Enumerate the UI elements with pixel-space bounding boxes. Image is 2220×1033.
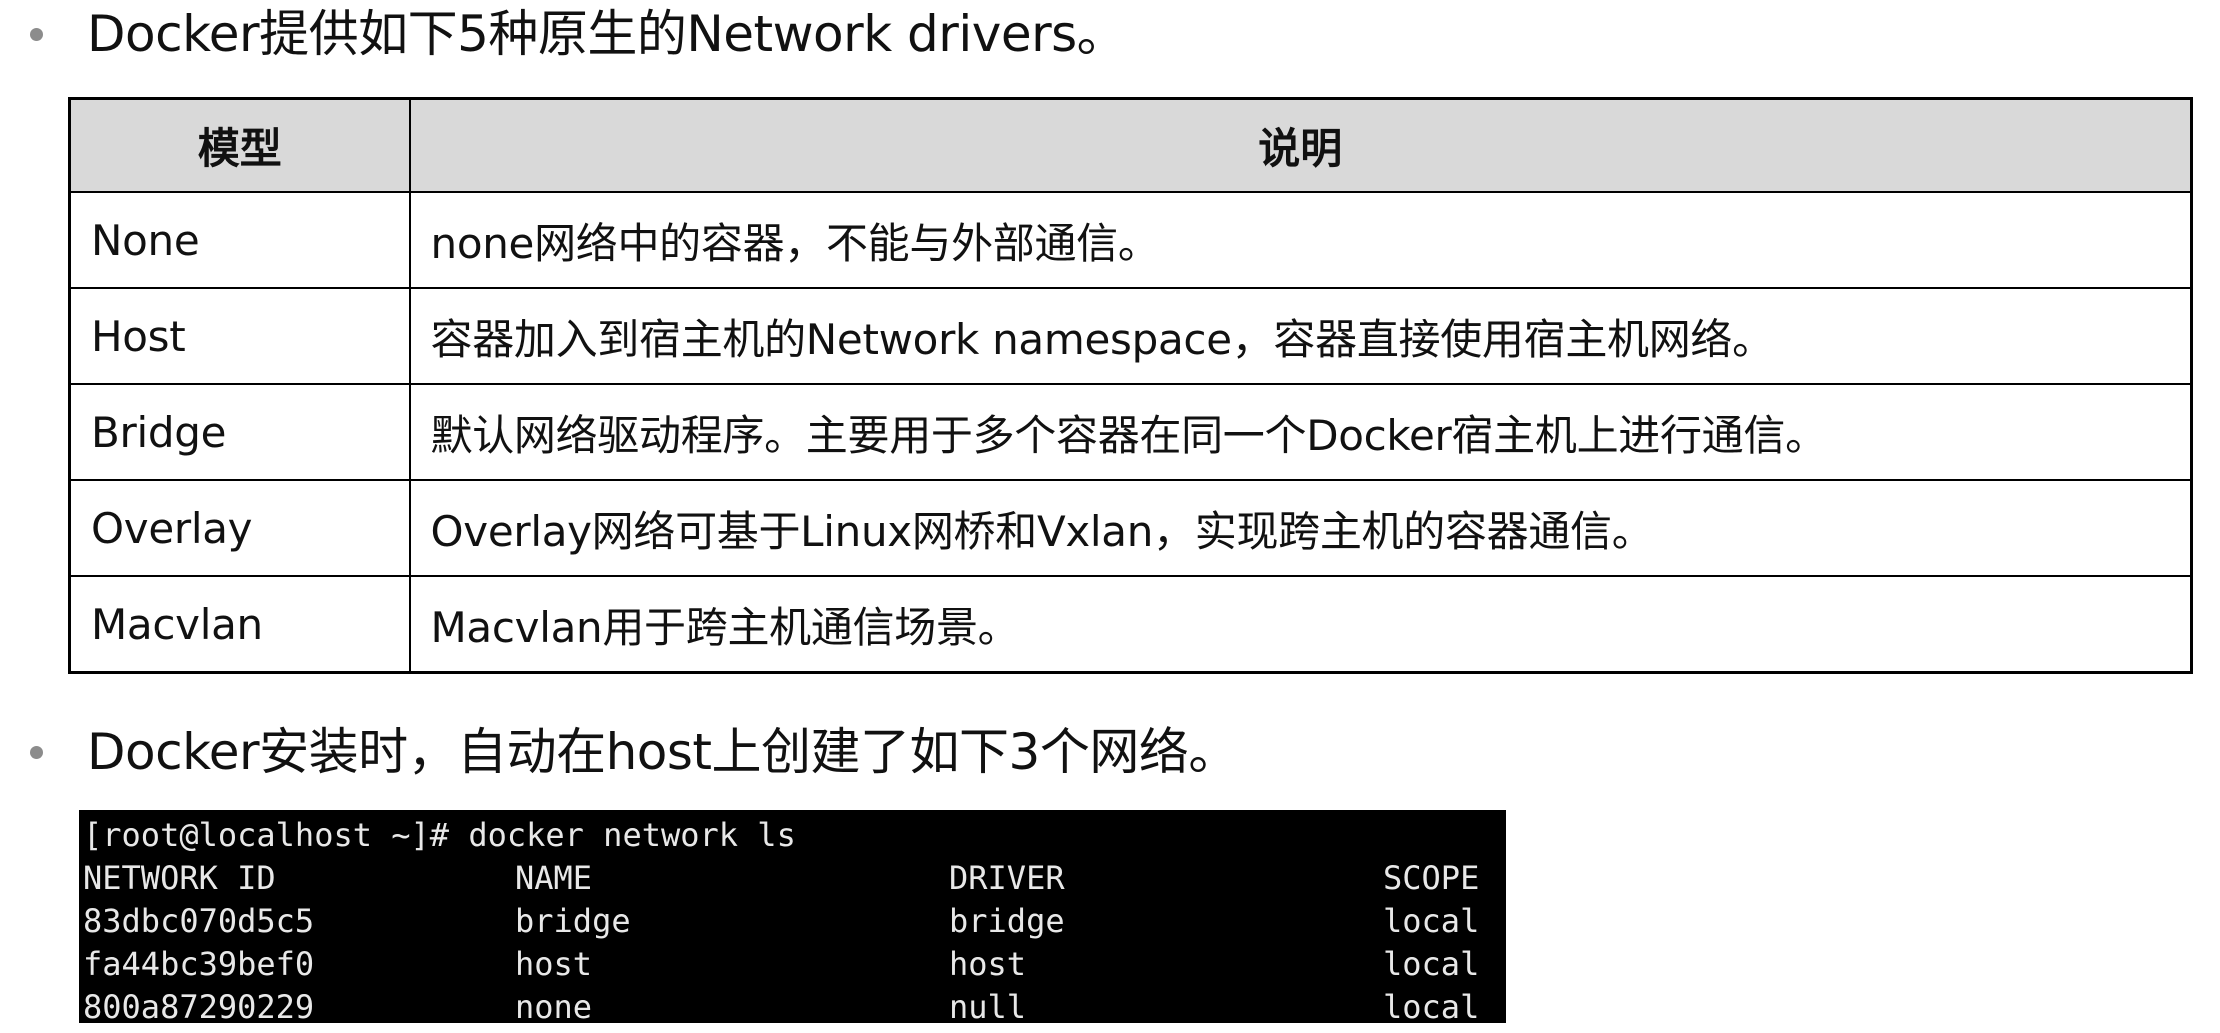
- table-row: None none网络中的容器，不能与外部通信。: [68, 191, 2193, 289]
- driver-model: Bridge: [68, 383, 411, 481]
- network-driver: null: [949, 988, 1027, 1026]
- network-scope: local: [1383, 988, 1480, 1026]
- network-id: 800a87290229: [83, 988, 315, 1026]
- network-name: host: [515, 945, 593, 983]
- driver-model: Macvlan: [68, 575, 411, 674]
- driver-model: Host: [68, 287, 411, 385]
- bullet-default-networks-text: Docker安装时，自动在host上创建了如下3个网络。: [87, 723, 1238, 781]
- terminal-row: 83dbc070d5c5 bridge bridge local: [83, 900, 1502, 943]
- driver-model: Overlay: [68, 479, 411, 577]
- network-id: fa44bc39bef0: [83, 945, 315, 983]
- driver-model: None: [68, 191, 411, 289]
- terminal-prompt: [root@localhost ~]# docker network ls: [83, 816, 796, 854]
- bullet-dot-icon: [30, 745, 43, 759]
- column-driver: DRIVER: [949, 859, 1065, 897]
- network-id: 83dbc070d5c5: [83, 902, 315, 940]
- table-row: Macvlan Macvlan用于跨主机通信场景。: [68, 575, 2193, 674]
- table-row: Bridge 默认网络驱动程序。主要用于多个容器在同一个Docker宿主机上进行…: [68, 383, 2193, 481]
- network-scope: local: [1383, 945, 1480, 983]
- driver-description: Macvlan用于跨主机通信场景。: [408, 575, 2193, 674]
- bullet-intro: Docker提供如下5种原生的Network drivers。: [30, 4, 1127, 64]
- network-name: bridge: [515, 902, 631, 940]
- driver-description: 默认网络驱动程序。主要用于多个容器在同一个Docker宿主机上进行通信。: [408, 383, 2193, 481]
- column-name: NAME: [515, 859, 593, 897]
- driver-description: Overlay网络可基于Linux网桥和Vxlan，实现跨主机的容器通信。: [408, 479, 2193, 577]
- network-name: none: [515, 988, 593, 1026]
- network-driver: host: [949, 945, 1027, 983]
- table-row: Host 容器加入到宿主机的Network namespace，容器直接使用宿主…: [68, 287, 2193, 385]
- table-header-row: 模型 说明: [68, 97, 2193, 193]
- terminal-row: 800a87290229 none null local: [83, 986, 1502, 1029]
- terminal-prompt-line: [root@localhost ~]# docker network ls: [83, 814, 1502, 857]
- terminal-header-line: NETWORK ID NAME DRIVER SCOPE: [83, 857, 1502, 900]
- driver-description: none网络中的容器，不能与外部通信。: [408, 191, 2193, 289]
- column-network-id: NETWORK ID: [83, 859, 276, 897]
- terminal-output: [root@localhost ~]# docker network ls NE…: [79, 810, 1506, 1026]
- network-driver: bridge: [949, 902, 1065, 940]
- terminal-row: fa44bc39bef0 host host local: [83, 943, 1502, 986]
- table-row: Overlay Overlay网络可基于Linux网桥和Vxlan，实现跨主机的…: [68, 479, 2193, 577]
- bullet-default-networks: Docker安装时，自动在host上创建了如下3个网络。: [30, 722, 1238, 782]
- bullet-intro-text: Docker提供如下5种原生的Network drivers。: [87, 5, 1127, 63]
- network-scope: local: [1383, 902, 1480, 940]
- header-model: 模型: [68, 97, 411, 193]
- bullet-dot-icon: [30, 27, 43, 41]
- header-description: 说明: [408, 97, 2193, 193]
- column-scope: SCOPE: [1383, 859, 1480, 897]
- network-drivers-table: 模型 说明 None none网络中的容器，不能与外部通信。 Host 容器加入…: [68, 97, 2193, 674]
- driver-description: 容器加入到宿主机的Network namespace，容器直接使用宿主机网络。: [408, 287, 2193, 385]
